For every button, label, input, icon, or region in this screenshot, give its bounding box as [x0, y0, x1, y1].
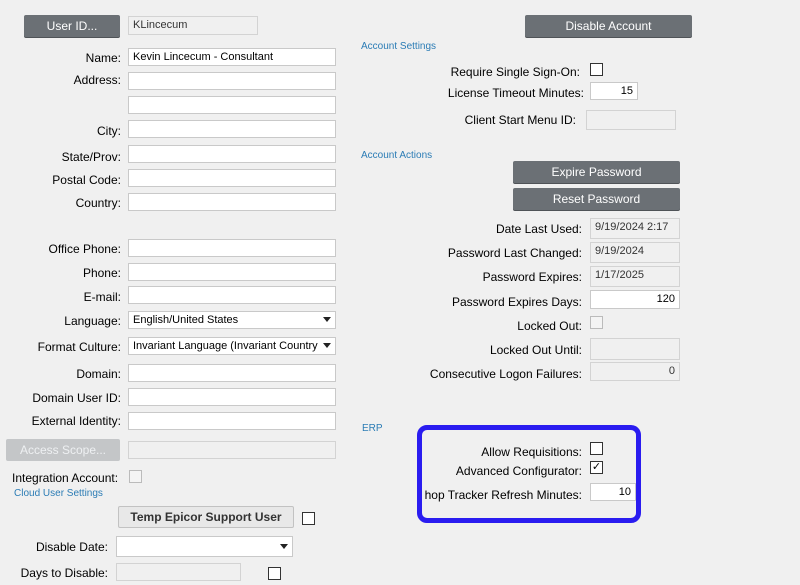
disable-account-button[interactable]: Disable Account [525, 15, 692, 37]
external-identity-field[interactable] [128, 412, 336, 430]
chevron-down-icon [280, 544, 288, 549]
postal-code-field[interactable] [128, 169, 336, 187]
postal-code-label: Postal Code: [52, 173, 121, 187]
temp-support-user-checkbox[interactable] [302, 512, 315, 525]
license-timeout-field[interactable]: 15 [590, 82, 638, 100]
client-start-menu-label: Client Start Menu ID: [464, 113, 576, 127]
address-label: Address: [73, 73, 121, 87]
phone-label: Phone: [82, 266, 121, 280]
city-label: City: [97, 124, 121, 138]
country-field[interactable] [128, 193, 336, 211]
password-expires-days-field[interactable]: 120 [590, 290, 680, 309]
date-last-used-label: Date Last Used: [495, 222, 582, 236]
locked-out-checkbox[interactable] [590, 316, 603, 329]
password-expires-label: Password Expires: [482, 270, 582, 284]
language-label: Language: [64, 314, 121, 328]
consecutive-failures-label: Consecutive Logon Failures: [429, 367, 582, 381]
expire-password-button[interactable]: Expire Password [513, 161, 680, 183]
reset-password-button[interactable]: Reset Password [513, 188, 680, 210]
name-label: Name: [85, 51, 121, 65]
require-sso-label: Require Single Sign-On: [450, 65, 580, 79]
chevron-down-icon [323, 343, 331, 348]
language-select[interactable]: English/United States [128, 311, 336, 329]
cloud-user-settings-header: Cloud User Settings [14, 488, 103, 499]
password-expires-days-label: Password Expires Days: [451, 295, 582, 309]
domain-field[interactable] [128, 364, 336, 382]
locked-out-label: Locked Out: [517, 319, 582, 333]
state-label: State/Prov: [61, 150, 121, 164]
country-label: Country: [75, 196, 121, 210]
date-last-used-field: 9/19/2024 2:17 [590, 218, 680, 239]
password-expires-field: 1/17/2025 [590, 266, 680, 287]
email-label: E-mail: [83, 290, 121, 304]
temp-support-user-button[interactable]: Temp Epicor Support User [118, 506, 294, 528]
disable-date-label: Disable Date: [35, 540, 108, 554]
chevron-down-icon [323, 317, 331, 322]
domain-user-id-label: Domain User ID: [32, 391, 121, 405]
require-sso-checkbox[interactable] [590, 63, 603, 76]
access-scope-button[interactable]: Access Scope... [6, 439, 120, 461]
password-last-changed-label: Password Last Changed: [447, 246, 582, 260]
days-to-disable-field [116, 563, 241, 581]
days-to-disable-checkbox[interactable] [268, 567, 281, 580]
highlight-box [417, 425, 641, 523]
client-start-menu-field [586, 110, 676, 130]
user-id-field: KLincecum [128, 16, 258, 35]
format-culture-select[interactable]: Invariant Language (Invariant Country [128, 337, 336, 355]
format-culture-label: Format Culture: [37, 340, 121, 354]
consecutive-failures-field: 0 [590, 362, 680, 381]
phone-field[interactable] [128, 263, 336, 281]
state-field[interactable] [128, 145, 336, 163]
domain-user-id-field[interactable] [128, 388, 336, 406]
address-field-1[interactable] [128, 72, 336, 90]
format-culture-value: Invariant Language (Invariant Country [133, 340, 318, 352]
password-last-changed-field: 9/19/2024 [590, 242, 680, 263]
locked-out-until-field [590, 338, 680, 360]
access-scope-field [128, 441, 336, 459]
license-timeout-label: License Timeout Minutes: [447, 86, 584, 100]
office-phone-label: Office Phone: [48, 242, 122, 256]
erp-header: ERP [362, 423, 383, 434]
integration-account-checkbox[interactable] [129, 470, 142, 483]
language-value: English/United States [133, 314, 239, 326]
days-to-disable-label: Days to Disable: [20, 566, 108, 580]
name-field[interactable]: Kevin Lincecum - Consultant [128, 48, 336, 66]
external-identity-label: External Identity: [31, 414, 121, 428]
integration-account-label: Integration Account: [12, 471, 119, 485]
domain-label: Domain: [76, 367, 121, 381]
address-field-2[interactable] [128, 96, 336, 114]
user-id-button[interactable]: User ID... [24, 15, 120, 37]
city-field[interactable] [128, 120, 336, 138]
office-phone-field[interactable] [128, 239, 336, 257]
disable-date-picker[interactable] [116, 536, 293, 557]
email-field[interactable] [128, 286, 336, 304]
locked-out-until-label: Locked Out Until: [489, 343, 582, 357]
account-actions-header: Account Actions [361, 150, 433, 161]
account-settings-header: Account Settings [361, 41, 437, 52]
